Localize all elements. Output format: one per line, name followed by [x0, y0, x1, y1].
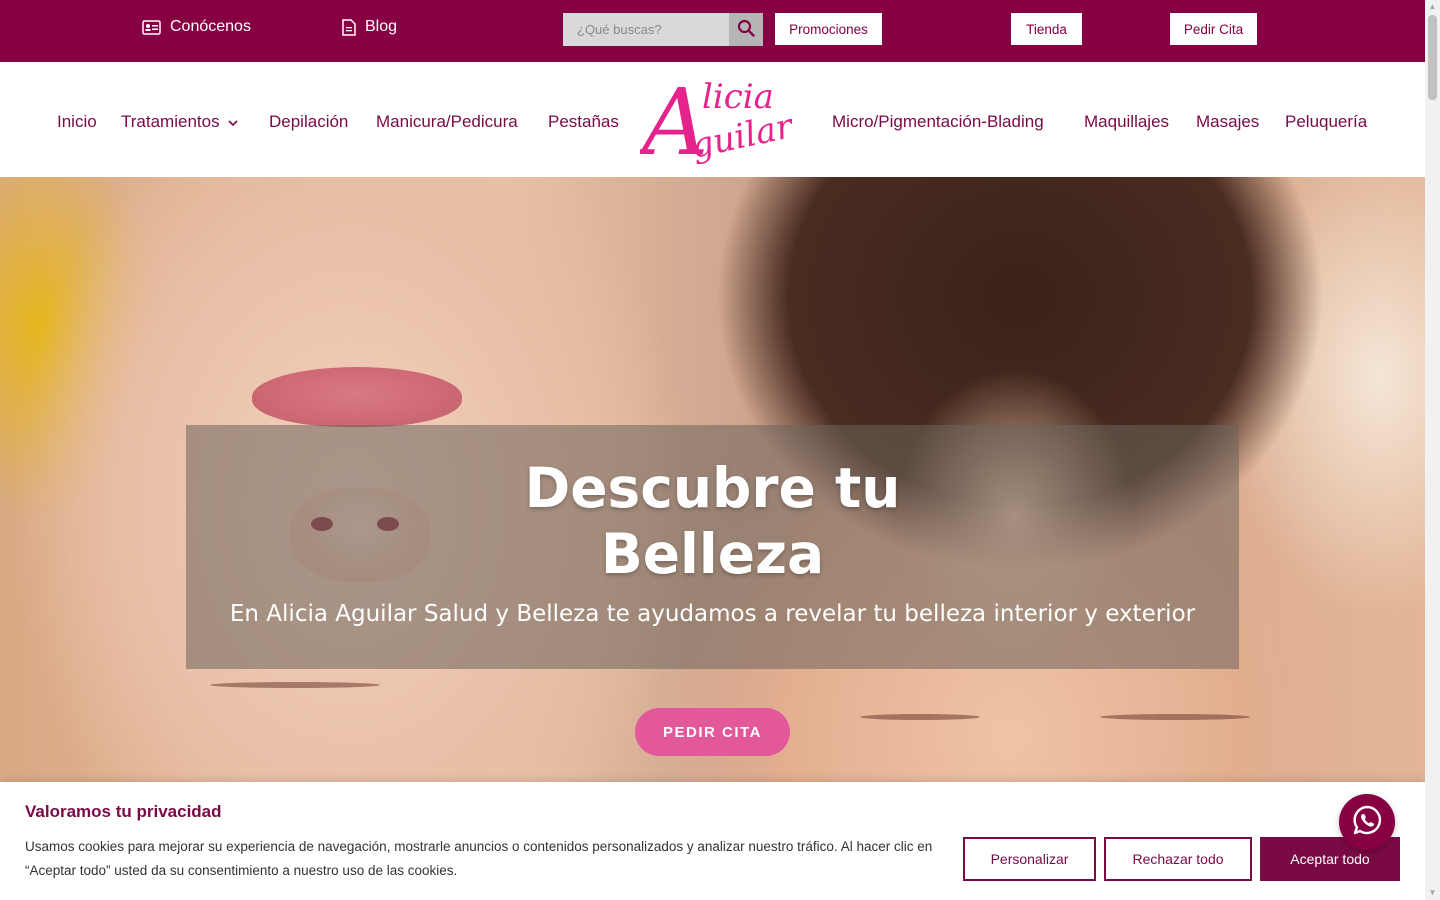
nav-tratamientos-label: Tratamientos — [121, 112, 220, 131]
blog-link[interactable]: Blog — [342, 18, 397, 36]
cookie-text: Usamos cookies para mejorar su experienc… — [25, 839, 933, 878]
search-icon — [737, 19, 755, 40]
conocenos-label: Conócenos — [170, 18, 251, 35]
search-input[interactable] — [563, 13, 729, 46]
hero-title: Descubre tu Belleza — [186, 455, 1239, 587]
scroll-down-arrow-icon[interactable]: ▼ — [1428, 888, 1437, 897]
hero-photo-detail — [210, 682, 380, 688]
hero-subtitle: En Alicia Aguilar Salud y Belleza te ayu… — [229, 601, 1196, 627]
nav-peluqueria[interactable]: Peluquería — [1285, 112, 1367, 132]
nav-tratamientos[interactable]: Tratamientos — [121, 112, 238, 132]
hero-photo-detail — [860, 714, 980, 720]
search-button[interactable] — [729, 13, 763, 46]
hero-title-line1: Descubre tu — [524, 456, 901, 520]
whatsapp-icon — [1351, 804, 1383, 841]
nav-masajes[interactable]: Masajes — [1196, 112, 1259, 132]
promociones-button[interactable]: Promociones — [775, 13, 882, 45]
hero-photo-detail — [252, 367, 462, 427]
scrollbar-thumb[interactable] — [1428, 15, 1437, 100]
tienda-button[interactable]: Tienda — [1011, 13, 1082, 45]
search-bar — [563, 13, 763, 46]
id-card-icon — [142, 19, 161, 35]
scroll-up-arrow-icon[interactable]: ▲ — [1428, 2, 1437, 11]
nav-maquillajes[interactable]: Maquillajes — [1084, 112, 1169, 132]
cookie-title: Valoramos tu privacidad — [25, 802, 222, 821]
conocenos-link[interactable]: Conócenos — [142, 18, 251, 36]
main-nav: Inicio Tratamientos Depilación Manicura/… — [0, 62, 1425, 177]
hero-photo-detail — [1100, 714, 1250, 720]
top-bar: Conócenos Blog Promociones Tienda Pedir … — [0, 0, 1425, 62]
nav-inicio[interactable]: Inicio — [57, 112, 97, 132]
pedir-cita-hero-button[interactable]: PEDIR CITA — [635, 708, 790, 756]
nav-pestanas[interactable]: Pestañas — [548, 112, 619, 132]
whatsapp-button[interactable] — [1339, 794, 1395, 850]
blog-label: Blog — [365, 18, 398, 35]
personalizar-button[interactable]: Personalizar — [963, 837, 1096, 881]
chevron-down-icon — [228, 112, 238, 132]
hero-banner: Descubre tu Belleza En Alicia Aguilar Sa… — [0, 177, 1425, 782]
brand-logo[interactable]: A licia guilar — [634, 69, 810, 176]
nav-manicura-pedicura[interactable]: Manicura/Pedicura — [376, 112, 518, 132]
document-icon — [342, 18, 356, 36]
nav-depilacion[interactable]: Depilación — [269, 112, 348, 132]
page-scrollbar[interactable] — [1425, 0, 1440, 900]
cookie-banner: Valoramos tu privacidad Usamos cookies p… — [0, 782, 1425, 900]
hero-title-line2: Belleza — [600, 522, 825, 586]
pedir-cita-top-button[interactable]: Pedir Cita — [1170, 13, 1257, 45]
nav-micropigmentacion[interactable]: Micro/Pigmentación-Blading — [832, 112, 1044, 132]
rechazar-todo-button[interactable]: Rechazar todo — [1104, 837, 1252, 881]
